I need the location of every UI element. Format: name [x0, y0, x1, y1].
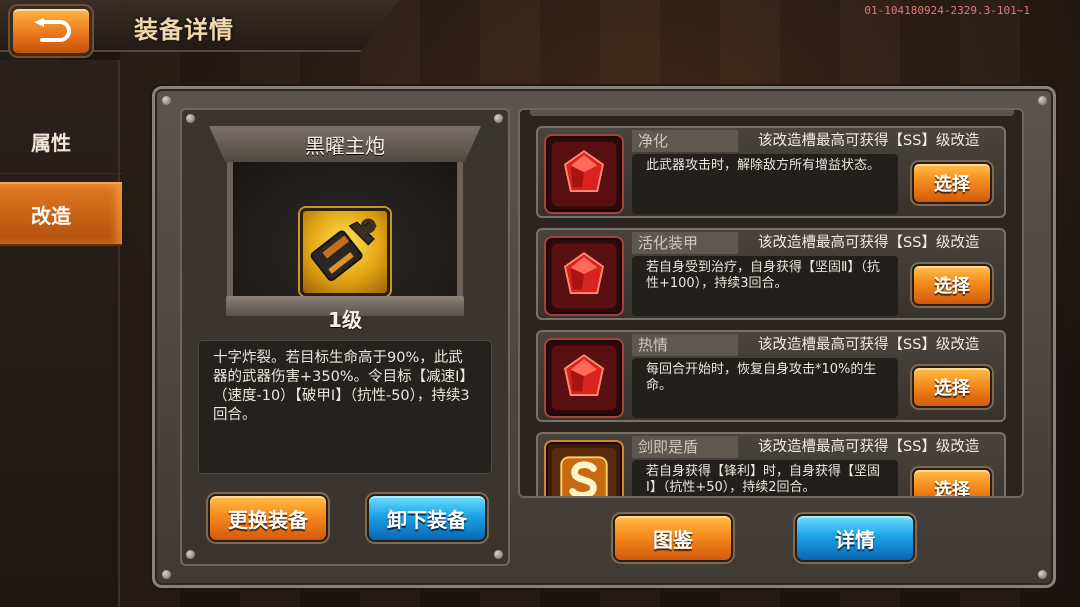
back-arrow-icon: [34, 18, 71, 42]
unload-equipment-button[interactable]: 卸下装备: [367, 494, 487, 542]
mod-slot-grade-info: 该改造槽最高可获得【SS】级改造: [758, 133, 980, 149]
mod-slot: 活化装甲 该改造槽最高可获得【SS】级改造 若自身受到治疗，自身获得【坚固Ⅱ】（…: [536, 228, 1006, 320]
red-gem-icon: [546, 238, 622, 314]
mod-slot-description: 此武器攻击时，解除敌方所有增益状态。: [632, 154, 898, 214]
mod-slot: 剑即是盾 该改造槽最高可获得【SS】级改造 若自身获得【锋利】时，自身获得【坚固…: [536, 432, 1006, 496]
select-mod-button[interactable]: 选择: [912, 366, 992, 408]
select-mod-button[interactable]: 选择: [912, 468, 992, 496]
cannon-wrench-icon[interactable]: [300, 208, 390, 296]
red-gem-icon: [546, 340, 622, 416]
equipment-description: 十字炸裂。若目标生命高于90%，此武器的武器伤害+350%。令目标【减速Ⅰ】（速…: [198, 340, 492, 474]
mod-slot-list[interactable]: 净化 该改造槽最高可获得【SS】级改造 此武器攻击时，解除敌方所有增益状态。 选…: [518, 108, 1024, 498]
mod-slot: 热情 该改造槽最高可获得【SS】级改造 每回合开始时，恢复自身攻击*10%的生命…: [536, 330, 1006, 422]
atlas-button[interactable]: 图鉴: [613, 514, 733, 562]
rivet: [1038, 96, 1047, 105]
tab-attributes-label: 属性: [31, 131, 71, 155]
mod-slot-description: 若自身获得【锋利】时，自身获得【坚固Ⅰ】（抗性+50），持续2回合。: [632, 460, 898, 496]
tab-attributes[interactable]: 属性: [0, 110, 122, 174]
rivet: [162, 570, 171, 579]
rivet: [1038, 570, 1047, 579]
tab-modify[interactable]: 改造: [0, 182, 122, 246]
header-bar: 装备详情 01-104180924-2329.3-101~1: [0, 0, 1080, 60]
select-mod-button[interactable]: 选择: [912, 264, 992, 306]
detail-button[interactable]: 详情: [795, 514, 915, 562]
scroll-top-edge: [530, 110, 1014, 116]
back-button[interactable]: [10, 6, 92, 56]
mod-slot-title: 活化装甲: [632, 232, 738, 254]
rivet: [186, 550, 195, 559]
rivet: [162, 96, 171, 105]
mod-slot-title: 剑即是盾: [632, 436, 738, 458]
mod-slot-title: 热情: [632, 334, 738, 356]
rivet: [186, 114, 195, 123]
equipment-level: 1级: [328, 308, 362, 332]
mod-slot: 净化 该改造槽最高可获得【SS】级改造 此武器攻击时，解除敌方所有增益状态。 选…: [536, 126, 1006, 218]
mod-slot-description: 每回合开始时，恢复自身攻击*10%的生命。: [632, 358, 898, 418]
change-equipment-button[interactable]: 更换装备: [208, 494, 328, 542]
rivet: [494, 114, 503, 123]
page-title: 装备详情: [134, 16, 234, 44]
mod-slot-title: 净化: [632, 130, 738, 152]
mod-slot-grade-info: 该改造槽最高可获得【SS】级改造: [758, 235, 980, 251]
equipment-name: 黑曜主炮: [209, 126, 481, 162]
mod-slot-grade-info: 该改造槽最高可获得【SS】级改造: [758, 439, 980, 455]
s-rank-icon: [546, 442, 622, 496]
tab-modify-label: 改造: [31, 203, 71, 228]
version-label: 01-104180924-2329.3-101~1: [864, 4, 1030, 17]
red-gem-icon: [546, 136, 622, 212]
mod-slot-grade-info: 该改造槽最高可获得【SS】级改造: [758, 337, 980, 353]
rivet: [494, 550, 503, 559]
mod-slot-description: 若自身受到治疗，自身获得【坚固Ⅱ】（抗性+100），持续3回合。: [632, 256, 898, 316]
select-mod-button[interactable]: 选择: [912, 162, 992, 204]
